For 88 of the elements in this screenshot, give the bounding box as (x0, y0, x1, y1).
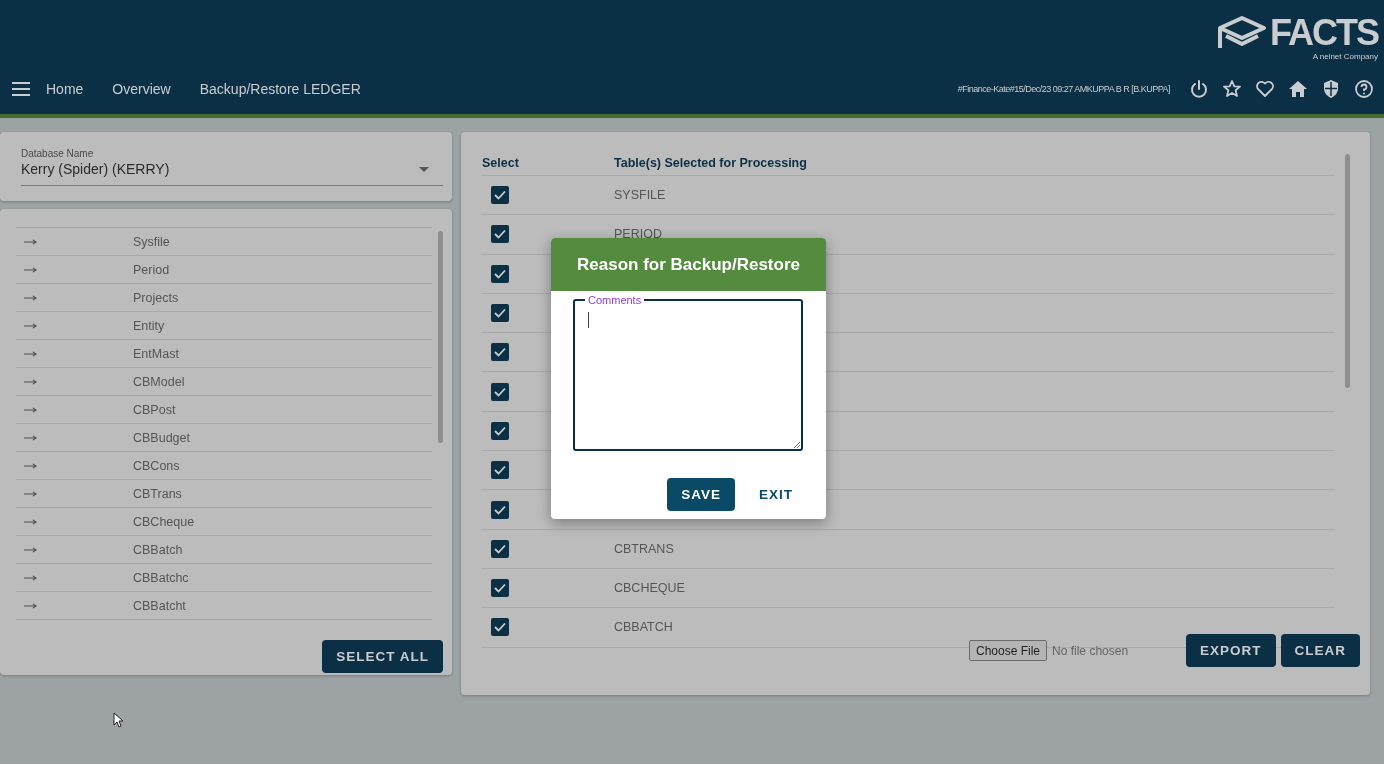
shield-icon[interactable] (1321, 79, 1341, 99)
heart-icon[interactable] (1255, 79, 1275, 99)
table-list-item[interactable]: CBBatcht (16, 592, 432, 620)
file-status: No file chosen (1052, 643, 1129, 658)
arrow-icon (24, 574, 38, 581)
checkmark-icon (494, 504, 506, 515)
checkbox[interactable] (491, 539, 509, 558)
table-list-item[interactable]: CBBatch (16, 536, 432, 564)
arrow-icon (24, 322, 38, 329)
session-info: #Finance-Kate#15/Dec/23 09:27 AMKUPPA B R [B.KUPPA] (957, 84, 1170, 94)
arrow-icon (24, 434, 38, 441)
checkmark-icon (494, 465, 506, 476)
help-icon[interactable] (1354, 79, 1374, 99)
dialog-title: Reason for Backup/Restore (551, 238, 826, 291)
table-list-item[interactable]: CBPost (16, 396, 432, 424)
table-list-item[interactable]: Entity (16, 312, 432, 340)
table-list-item[interactable]: CBBatchc (16, 564, 432, 592)
checkmark-icon (494, 268, 506, 279)
nav-link[interactable]: Home (46, 81, 84, 97)
field-value: Kerry (Spider) (KERRY) (21, 161, 170, 177)
checkmark-icon (494, 425, 506, 436)
logo-name: FACTS (1270, 14, 1378, 52)
select-all-button[interactable]: SELECT ALL (322, 640, 443, 673)
table-cell-text: CBTRANS (614, 541, 675, 556)
comments-field[interactable]: Comments (573, 294, 803, 451)
save-button[interactable]: SAVE (667, 478, 735, 511)
table-cell-text: SYSFILE (614, 188, 667, 203)
table-list-item[interactable]: CBTrans (16, 480, 432, 508)
exit-button[interactable]: EXIT (745, 478, 807, 511)
table-cell-text: CBBATCH (614, 620, 674, 635)
table-list-item[interactable]: Projects (16, 284, 432, 312)
checkmark-icon (494, 583, 506, 594)
checkbox[interactable] (491, 461, 509, 480)
arrow-icon (24, 602, 38, 609)
nav-link[interactable]: Backup/Restore LEDGER (199, 81, 361, 97)
mouse-cursor-icon (113, 712, 123, 728)
checkmark-icon (494, 347, 506, 358)
checkbox[interactable] (491, 343, 509, 362)
arrow-icon (24, 378, 38, 385)
arrow-icon (24, 518, 38, 525)
resize-grip-icon[interactable] (794, 442, 800, 448)
arrow-icon (24, 406, 38, 413)
table-list-item[interactable]: EntMast (16, 340, 432, 368)
arrow-icon (24, 462, 38, 469)
checkbox[interactable] (491, 618, 509, 637)
checkmark-icon (494, 622, 506, 633)
checkmark-icon (494, 386, 506, 397)
dropdown-caret-icon (419, 166, 429, 172)
action-button[interactable]: CLEAR (1280, 634, 1360, 667)
checkmark-icon (494, 308, 506, 319)
arrow-icon (24, 266, 38, 273)
power-icon[interactable] (1189, 79, 1209, 99)
table-list-item[interactable]: Sysfile (16, 228, 432, 256)
table-list-item[interactable]: CBCheque (16, 508, 432, 536)
checkbox[interactable] (491, 225, 509, 244)
table-list-item[interactable]: CBCons (16, 452, 432, 480)
star-icon[interactable] (1222, 79, 1242, 99)
checkmark-icon (494, 229, 506, 240)
column-header: Select (481, 155, 520, 170)
checkbox[interactable] (491, 186, 509, 205)
choose-file-button[interactable]: Choose File (969, 640, 1048, 661)
checkbox[interactable] (491, 264, 509, 283)
arrow-icon (24, 350, 38, 357)
checkbox[interactable] (491, 304, 509, 323)
logo-tagline: A nelnet Company (1312, 52, 1378, 62)
checkbox[interactable] (491, 382, 509, 401)
arrow-icon (24, 238, 38, 245)
table-list-item[interactable]: CBBudget (16, 424, 432, 452)
checkbox[interactable] (491, 579, 509, 598)
checkbox[interactable] (491, 500, 509, 519)
menu-icon[interactable] (12, 82, 30, 96)
action-button[interactable]: EXPORT (1186, 634, 1276, 667)
checkmark-icon (494, 190, 506, 201)
home-icon[interactable] (1288, 79, 1308, 99)
field-label: Database Name (21, 148, 95, 159)
table-list-item[interactable]: CBModel (16, 368, 432, 396)
table-list-item[interactable]: Period (16, 256, 432, 284)
database-select[interactable]: Database Name Kerry (Spider) (KERRY) (0, 132, 452, 201)
arrow-icon (24, 294, 38, 301)
column-header: Table(s) Selected for Processing (614, 155, 808, 170)
scrollbar[interactable] (438, 231, 443, 443)
scrollbar[interactable] (1345, 154, 1350, 388)
checkmark-icon (494, 543, 506, 554)
checkbox[interactable] (491, 421, 509, 440)
nav-link[interactable]: Overview (112, 81, 171, 97)
table-cell-text: CBCHEQUE (614, 581, 686, 596)
arrow-icon (24, 546, 38, 553)
arrow-icon (24, 490, 38, 497)
